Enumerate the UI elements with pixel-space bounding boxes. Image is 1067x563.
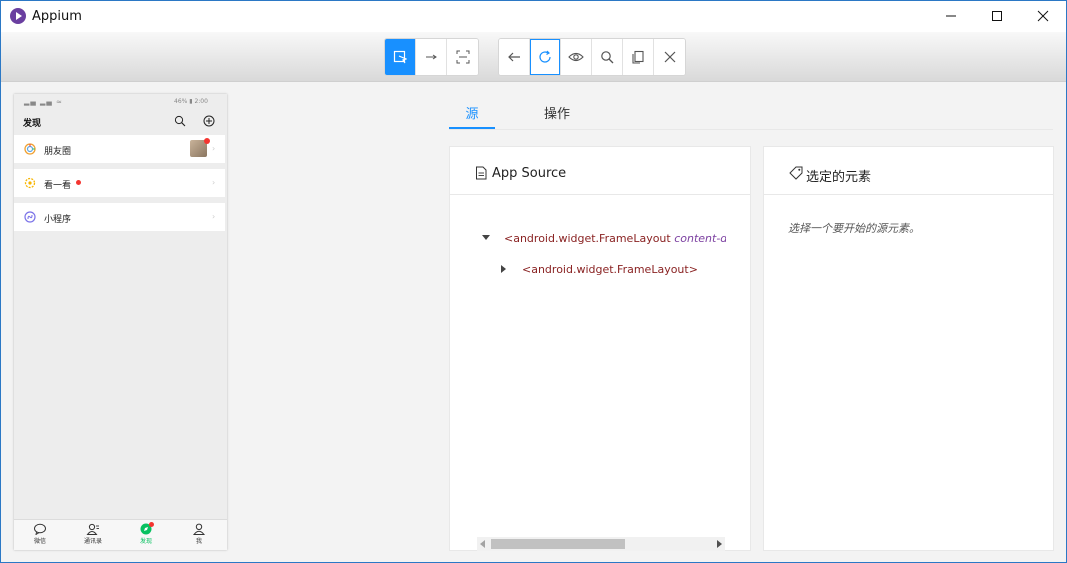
- caret-right-icon[interactable]: [500, 265, 508, 273]
- caret-down-icon[interactable]: [482, 234, 490, 242]
- selected-element-header: 选定的元素: [764, 147, 1053, 195]
- swipe-arrow-icon: [426, 54, 437, 60]
- row-label: 朋友圈: [44, 147, 72, 157]
- tab-chats[interactable]: 微信: [20, 522, 60, 550]
- tree-node-child[interactable]: <android.widget.FrameLayout>: [522, 263, 726, 276]
- device-screenshot[interactable]: ▂▄ ▂▄ ≈ 46% ▮ 2:00 发现 朋友圈 › 看一看 › 小程序 › …: [14, 94, 227, 550]
- person-icon: [192, 523, 206, 535]
- app-source-panel: App Source <android.widget.FrameLayout c…: [449, 146, 751, 551]
- selected-element-placeholder: 选择一个要开始的源元素。: [788, 222, 920, 235]
- maximize-icon: [992, 11, 1002, 21]
- contacts-icon: [86, 523, 99, 535]
- back-button[interactable]: [499, 39, 530, 75]
- row-label: 看一看: [44, 181, 72, 191]
- chevron-right-icon: ›: [212, 144, 216, 153]
- window-title: Appium: [32, 9, 82, 24]
- app-source-title: App Source: [492, 166, 567, 181]
- copy-xml-button[interactable]: [623, 39, 654, 75]
- moments-icon: [24, 143, 36, 155]
- tab-label: 我: [195, 538, 202, 545]
- close-icon: [664, 51, 675, 63]
- signal-status: ▂▄ ▂▄ ≈: [24, 98, 63, 106]
- top-stories-icon: [24, 177, 36, 189]
- tab-contacts[interactable]: 通讯录: [73, 522, 113, 550]
- list-item-mini-programs[interactable]: 小程序 ›: [14, 203, 225, 231]
- show-hide-button[interactable]: [561, 39, 592, 75]
- maximize-button[interactable]: [974, 1, 1020, 32]
- chat-bubble-icon: [34, 523, 46, 535]
- appium-logo-icon: [10, 8, 26, 24]
- app-source-header: App Source: [450, 147, 750, 195]
- list-item-top-stories[interactable]: 看一看 ›: [14, 169, 225, 197]
- tap-coordinates-button[interactable]: [447, 39, 478, 75]
- mini-program-icon: [24, 211, 36, 223]
- row-label: 小程序: [44, 215, 72, 225]
- tree-node-tag: <android.widget.FrameLayout>: [522, 263, 698, 276]
- minimize-button[interactable]: [928, 1, 974, 32]
- tab-label: 发现: [139, 538, 152, 545]
- tab-discover[interactable]: 发现: [126, 522, 166, 550]
- minimize-icon: [946, 15, 956, 17]
- search-element-button[interactable]: [592, 39, 623, 75]
- notification-dot: [76, 180, 81, 185]
- select-elements-button[interactable]: [385, 39, 416, 75]
- tab-actions[interactable]: 操作: [531, 103, 583, 129]
- chevron-right-icon: ›: [212, 212, 216, 221]
- scrollbar-thumb[interactable]: [491, 539, 625, 549]
- eye-icon: [568, 52, 584, 62]
- device-status-bar: ▂▄ ▂▄ ≈ 46% ▮ 2:00: [14, 94, 227, 110]
- inspector-toolbar: [1, 32, 1066, 82]
- refresh-button[interactable]: [530, 39, 561, 75]
- title-bar: Appium: [1, 1, 1066, 32]
- wechat-tab-bar: 微信 通讯录 发现 我: [14, 519, 227, 550]
- quit-session-button[interactable]: [654, 39, 685, 75]
- interaction-mode-group: [384, 38, 479, 76]
- notification-dot: [149, 522, 154, 527]
- discover-title: 发现: [23, 119, 42, 129]
- tab-source[interactable]: 源: [449, 103, 495, 129]
- notification-dot: [204, 138, 210, 144]
- tab-divider: [449, 129, 1053, 130]
- tab-me[interactable]: 我: [179, 522, 219, 550]
- scroll-left-icon[interactable]: [480, 540, 485, 548]
- tree-node-attr: content-des: [674, 232, 726, 245]
- refresh-icon: [539, 50, 551, 63]
- selected-element-title: 选定的元素: [806, 170, 872, 185]
- scroll-right-icon[interactable]: [717, 540, 722, 548]
- selected-element-panel: 选定的元素 选择一个要开始的源元素。: [763, 146, 1054, 551]
- chevron-right-icon: ›: [212, 178, 216, 187]
- session-actions-group: [498, 38, 686, 76]
- arrow-left-icon: [508, 52, 520, 62]
- tree-node-tag: <android.widget.FrameLayout: [504, 232, 671, 245]
- copy-icon: [632, 50, 644, 64]
- horizontal-scrollbar[interactable]: [477, 537, 725, 551]
- add-circle-icon[interactable]: [203, 115, 215, 127]
- search-icon: [601, 51, 614, 64]
- search-icon[interactable]: [174, 115, 186, 127]
- app-window: Appium ▂▄ ▂▄ ≈ 46% ▮ 2:00 发现 朋友圈 › 看一看 ›…: [0, 0, 1067, 563]
- battery-time-status: 46% ▮ 2:00: [174, 98, 208, 105]
- close-icon: [1037, 10, 1049, 22]
- list-item-moments[interactable]: 朋友圈 ›: [14, 135, 225, 163]
- swipe-button[interactable]: [416, 39, 447, 75]
- select-cursor-icon: [393, 50, 407, 64]
- scan-frame-icon: [456, 50, 469, 64]
- tree-node-root[interactable]: <android.widget.FrameLayout content-des: [504, 232, 726, 245]
- tag-icon: [789, 166, 803, 180]
- tab-label: 微信: [33, 538, 46, 545]
- tab-label: 通讯录: [83, 538, 102, 545]
- close-window-button[interactable]: [1020, 1, 1066, 32]
- file-text-icon: [476, 166, 487, 180]
